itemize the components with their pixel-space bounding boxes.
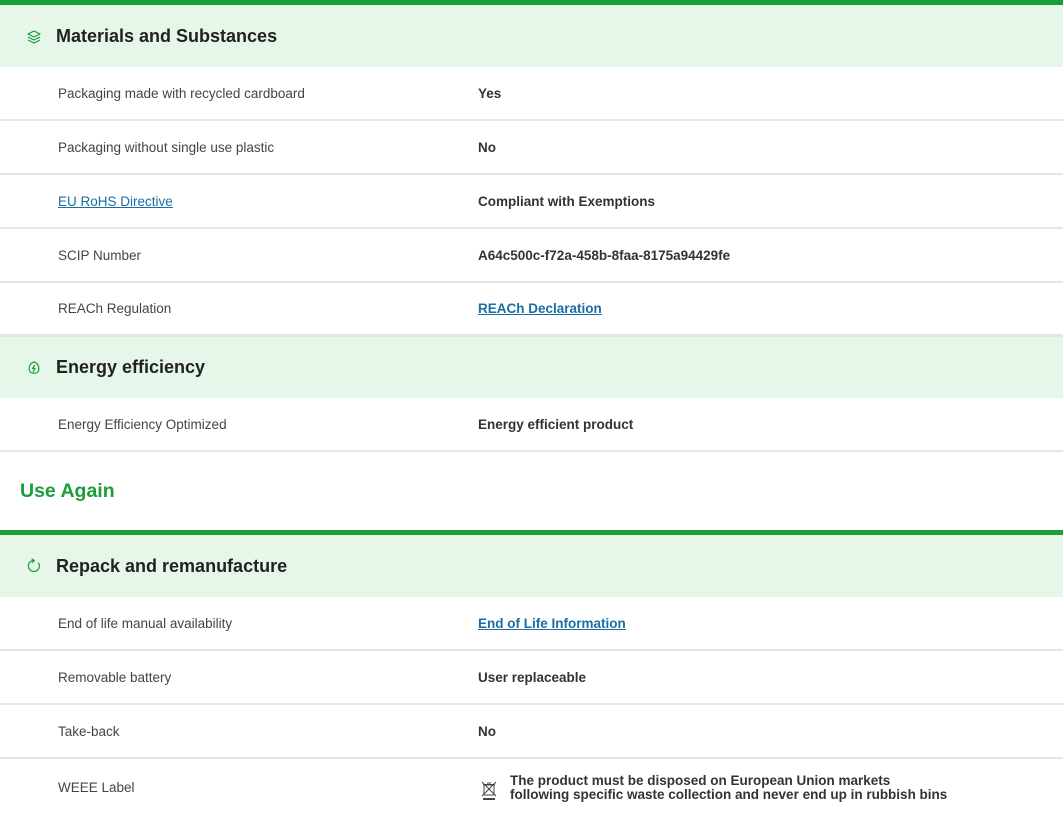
refresh-icon <box>22 554 46 578</box>
repack-section: Repack and remanufacture End of life man… <box>0 530 1063 816</box>
end-of-life-information-link[interactable]: End of Life Information <box>478 616 626 631</box>
row-value: Energy efficient product <box>478 416 634 432</box>
section-header: Materials and Substances <box>0 5 1063 67</box>
section-title: Materials and Substances <box>56 25 278 46</box>
table-row: Packaging without single use plastic No <box>0 121 1063 175</box>
table-row: Take-back No <box>0 705 1063 759</box>
row-label: Packaging without single use plastic <box>58 139 275 155</box>
scip-number-value: A64c500c-f72a-458b-8faa-8175a94429fe <box>478 247 731 263</box>
use-again-heading: Use Again <box>0 452 1063 530</box>
row-label: Packaging made with recycled cardboard <box>58 85 305 101</box>
section-header: Energy efficiency <box>0 337 1063 398</box>
row-label: REACh Regulation <box>58 301 172 316</box>
section-title: Energy efficiency <box>56 357 206 377</box>
table-row: EU RoHS Directive Compliant with Exempti… <box>0 175 1063 229</box>
rohs-directive-link[interactable]: EU RoHS Directive <box>58 194 173 209</box>
row-value: User replaceable <box>478 669 587 685</box>
row-label: SCIP Number <box>58 247 142 263</box>
table-row: Packaging made with recycled cardboard Y… <box>0 67 1063 121</box>
reach-declaration-link[interactable]: REACh Declaration <box>478 301 602 316</box>
layers-leaf-icon <box>22 24 46 48</box>
table-row: WEEE Label The product must be disposed … <box>0 759 1063 816</box>
section-heading-text: Use Again <box>20 480 115 502</box>
row-value: Yes <box>478 85 502 101</box>
materials-section: Materials and Substances Packaging made … <box>0 0 1063 337</box>
energy-leaf-icon <box>22 356 46 380</box>
section-header: Repack and remanufacture <box>0 535 1063 597</box>
row-value: No <box>478 723 496 739</box>
table-row: Energy Efficiency Optimized Energy effic… <box>0 398 1063 452</box>
row-label: Removable battery <box>58 669 172 685</box>
row-label: Take-back <box>58 723 120 739</box>
weee-label-text: The product must be disposed on European… <box>510 772 948 802</box>
row-value: No <box>478 139 496 155</box>
row-label: WEEE Label <box>58 780 135 795</box>
row-value: Compliant with Exemptions <box>478 193 656 209</box>
row-label: Energy Efficiency Optimized <box>58 416 227 432</box>
table-row: End of life manual availability End of L… <box>0 597 1063 651</box>
section-title: Repack and remanufacture <box>56 555 288 576</box>
table-row: REACh Regulation REACh Declaration <box>0 283 1063 337</box>
table-row: SCIP Number A64c500c-f72a-458b-8faa-8175… <box>0 229 1063 283</box>
energy-section: Energy efficiency Energy Efficiency Opti… <box>0 337 1063 452</box>
row-label: End of life manual availability <box>58 615 233 631</box>
table-row: Removable battery User replaceable <box>0 651 1063 705</box>
crossed-bin-icon <box>478 779 500 801</box>
